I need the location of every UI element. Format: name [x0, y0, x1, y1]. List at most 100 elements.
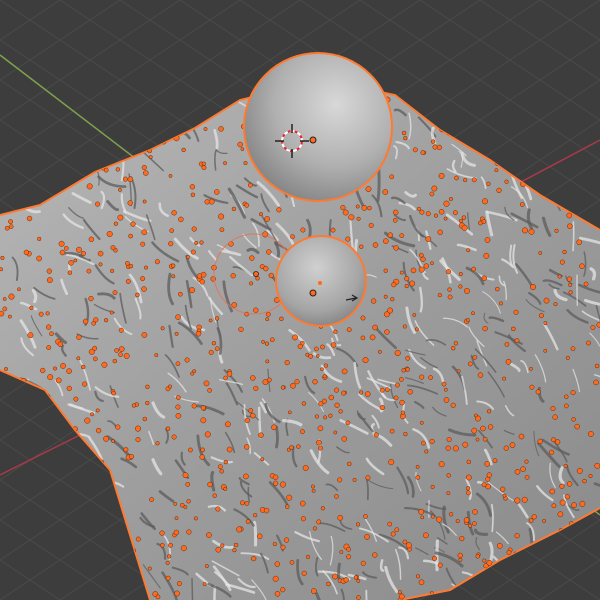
medium-sphere[interactable]	[275, 235, 367, 327]
terrain-ripple	[46, 481, 51, 501]
vertex-dot	[207, 388, 212, 393]
vertex-dot	[340, 205, 346, 211]
vertex-dot	[428, 375, 433, 380]
vertex-dot	[571, 502, 577, 508]
terrain-ripple	[56, 148, 78, 155]
vertex-dot	[244, 202, 250, 208]
vertex-dot	[566, 551, 572, 556]
vertex-dot	[174, 590, 180, 597]
vertex-dot	[400, 410, 405, 415]
vertex-dot	[594, 462, 600, 469]
vertex-dot	[276, 207, 282, 213]
vertex-dot	[265, 311, 271, 317]
terrain-ripple	[560, 588, 574, 600]
vertex-dot	[219, 469, 224, 474]
vertex-dot	[199, 240, 204, 245]
vertex-dot	[559, 499, 566, 506]
vertex-dot	[333, 329, 338, 334]
vertex-dot	[441, 381, 447, 387]
vertex-dot	[165, 560, 170, 565]
vertex-dot	[183, 505, 188, 509]
vertex-dot	[432, 555, 437, 561]
vertex-dot	[568, 282, 573, 287]
vertex-dot	[503, 445, 509, 451]
vertex-dot	[377, 349, 382, 354]
vertex-dot	[184, 357, 190, 363]
vertex-dot	[481, 482, 487, 488]
vertex-dot	[292, 334, 298, 341]
vertex-dot	[404, 284, 409, 289]
vertex-dot	[82, 381, 88, 387]
vertex-dot	[447, 294, 453, 300]
vertex-dot	[128, 454, 135, 460]
terrain-ripple	[38, 101, 58, 114]
vertex-dot	[458, 272, 463, 276]
vertex-dot	[82, 486, 89, 493]
vertex-dot	[405, 355, 411, 361]
viewport-canvas[interactable]	[0, 0, 600, 600]
vertex-dot	[566, 212, 573, 219]
vertex-dot	[398, 593, 405, 600]
vertex-dot	[0, 166, 5, 172]
vertex-dot	[111, 390, 116, 396]
vertex-dot	[135, 425, 141, 432]
vertex-dot	[554, 439, 561, 445]
vertex-dot	[568, 290, 573, 295]
vertex-dot	[212, 493, 217, 498]
vertex-dot	[388, 459, 395, 466]
vertex-dot	[95, 427, 102, 434]
vertex-dot	[36, 255, 42, 262]
vertex-dot	[95, 408, 100, 413]
vertex-dot	[419, 420, 424, 425]
vertex-dot	[12, 592, 18, 599]
vertex-dot	[185, 482, 190, 487]
vertex-dot	[220, 543, 225, 548]
vertex-dot	[399, 399, 405, 406]
vertex-dot	[280, 544, 286, 550]
vertex-dot	[496, 543, 503, 549]
vertex-dot	[100, 155, 107, 162]
vertex-dot	[557, 579, 562, 584]
vertex-dot	[586, 340, 591, 346]
terrain-ripple	[376, 168, 381, 202]
vertex-dot	[253, 513, 258, 518]
vertex-dot	[92, 589, 98, 595]
vertex-dot	[502, 493, 507, 498]
3d-viewport[interactable]	[0, 0, 600, 600]
vertex-dot	[174, 331, 179, 336]
vertex-dot	[50, 567, 56, 573]
vertex-dot	[551, 503, 557, 509]
vertex-dot	[458, 557, 463, 562]
vertex-dot	[199, 279, 205, 285]
vertex-dot	[424, 449, 429, 454]
vertex-dot	[171, 210, 177, 216]
vertex-dot	[143, 170, 149, 176]
vertex-dot	[201, 161, 206, 166]
vertex-dot	[564, 394, 569, 399]
vertex-dot	[145, 400, 150, 406]
vertex-dot	[208, 349, 214, 355]
vertex-dot	[387, 521, 392, 527]
vertex-dot	[250, 412, 256, 419]
vertex-dot	[468, 523, 472, 528]
vertex-dot	[255, 276, 260, 281]
vertex-dot	[175, 314, 181, 320]
vertex-dot	[466, 318, 470, 322]
vertex-dot	[311, 488, 316, 493]
terrain-ripple	[210, 470, 216, 492]
vertex-dot	[280, 385, 286, 390]
terrain-ripple	[529, 543, 535, 575]
vertex-dot	[567, 223, 573, 229]
terrain-ripple	[61, 588, 82, 600]
vertex-dot	[248, 182, 253, 188]
vertex-dot	[454, 175, 459, 181]
vertex-dot	[88, 502, 94, 508]
vertex-dot	[58, 240, 65, 247]
vertex-dot	[165, 575, 171, 581]
vertex-dot	[176, 581, 182, 587]
vertex-dot	[147, 566, 152, 571]
vertex-dot	[80, 156, 86, 163]
vertex-dot	[514, 533, 520, 539]
vertex-dot	[258, 432, 264, 438]
large-sphere[interactable]	[243, 52, 393, 202]
